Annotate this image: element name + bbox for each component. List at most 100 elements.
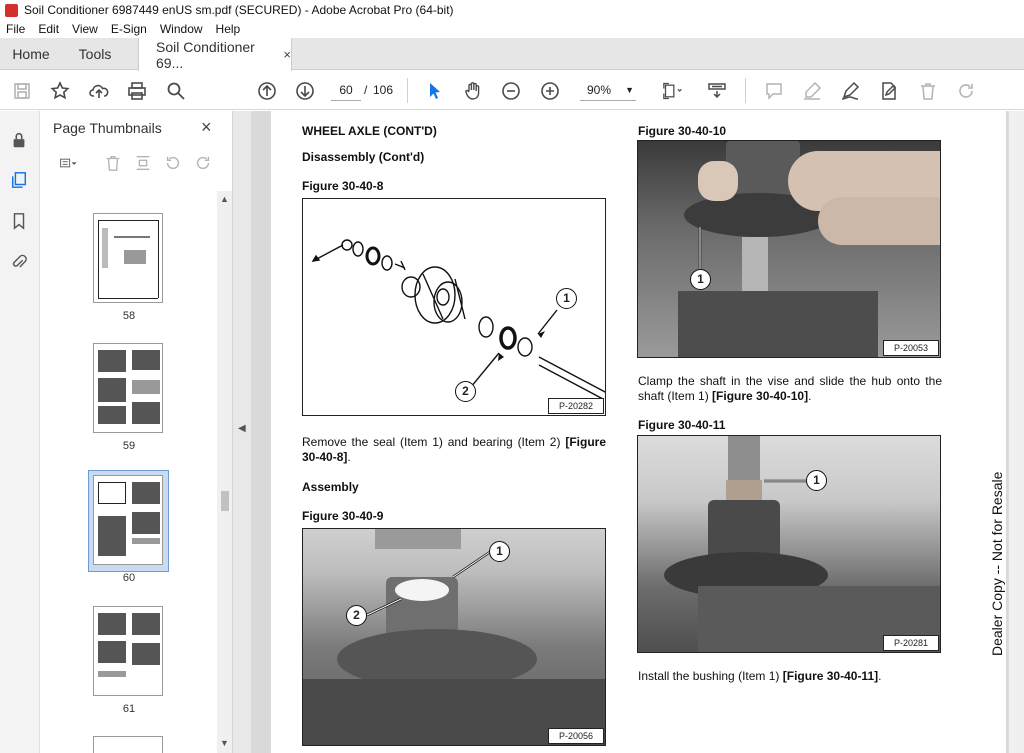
panel-collapse-handle[interactable]: ◀ xyxy=(233,111,251,753)
callout-2: 2 xyxy=(346,605,367,626)
page-thumbnails-panel: Page Thumbnails × 58 59 60 61 ▲ ▼ xyxy=(41,111,233,753)
print-icon[interactable] xyxy=(125,79,149,103)
bookmark-icon[interactable] xyxy=(8,210,30,232)
comment-icon[interactable] xyxy=(762,79,786,103)
thumbnail-page-59[interactable] xyxy=(93,343,163,433)
hand-tool-icon[interactable] xyxy=(461,79,485,103)
cloud-upload-icon[interactable] xyxy=(87,79,111,103)
menu-window[interactable]: Window xyxy=(160,22,203,36)
page-total: 106 xyxy=(373,83,394,97)
zoom-level-select[interactable]: 90% ▼ xyxy=(580,80,636,101)
zoom-out-icon[interactable] xyxy=(499,79,523,103)
callout-2: 2 xyxy=(455,381,476,402)
zoom-search-icon[interactable] xyxy=(164,79,188,103)
tab-document-label: Soil Conditioner 69... xyxy=(156,38,255,71)
thumbnail-page-58[interactable] xyxy=(93,213,163,303)
thumbnail-label: 59 xyxy=(122,440,136,452)
toolbar: 60 / 106 90% ▼ xyxy=(0,71,1024,110)
menu-bar: File Edit View E-Sign Window Help xyxy=(0,20,1024,38)
toolbar-divider xyxy=(745,78,746,103)
figure-label: Figure 30-40-8 xyxy=(302,179,384,193)
thumbnail-label: 61 xyxy=(122,703,136,715)
callout-1: 1 xyxy=(489,541,510,562)
callout-1: 1 xyxy=(690,269,711,290)
next-page-icon[interactable] xyxy=(293,79,317,103)
chevron-down-icon: ▼ xyxy=(625,85,634,95)
install-instruction: Install the bushing (Item 1) [Figure 30-… xyxy=(638,669,882,683)
thumbnail-toolbar xyxy=(51,151,226,175)
previous-page-icon[interactable] xyxy=(255,79,279,103)
figure-label: Figure 30-40-11 xyxy=(638,418,726,432)
figure-code: P-20281 xyxy=(882,635,939,651)
attachment-paperclip-icon[interactable] xyxy=(8,251,30,273)
delete-icon[interactable] xyxy=(916,79,940,103)
tab-home[interactable]: Home xyxy=(0,38,62,70)
page-thumbnails-icon[interactable] xyxy=(8,169,30,191)
figure-30-40-10-photo: 1 P-20053 xyxy=(637,140,941,358)
thumbnail-page-61[interactable] xyxy=(93,606,163,696)
menu-edit[interactable]: Edit xyxy=(38,22,59,36)
thumbnail-scrollbar[interactable]: ▲ ▼ xyxy=(217,191,232,753)
menu-esign[interactable]: E-Sign xyxy=(111,22,147,36)
document-scrollbar[interactable] xyxy=(1008,111,1024,753)
figure-label: Figure 30-40-9 xyxy=(302,509,384,523)
redo-icon[interactable] xyxy=(954,79,978,103)
figure-code: P-20282 xyxy=(547,398,604,414)
thumbnail-page-60[interactable] xyxy=(93,475,163,565)
extract-page-icon[interactable] xyxy=(133,153,153,173)
callout-1: 1 xyxy=(806,470,827,491)
scroll-down-icon[interactable]: ▼ xyxy=(220,738,229,748)
clamp-instruction: Clamp the shaft in the vise and slide th… xyxy=(638,374,942,403)
subsection-heading: Disassembly (Cont'd) xyxy=(302,150,425,164)
thumbnail-list: 58 59 60 61 xyxy=(41,191,217,753)
page-number-input[interactable]: 60 xyxy=(331,80,361,101)
title-bar: Soil Conditioner 6987449 enUS sm.pdf (SE… xyxy=(0,0,1024,20)
scrolling-mode-icon[interactable] xyxy=(705,79,729,103)
zoom-in-icon[interactable] xyxy=(538,79,562,103)
options-menu-icon[interactable] xyxy=(53,153,85,173)
thumbnail-label: 58 xyxy=(122,310,136,322)
menu-file[interactable]: File xyxy=(6,22,25,36)
panel-close-icon[interactable]: × xyxy=(201,117,212,138)
assembly-heading: Assembly xyxy=(302,480,359,494)
remove-instruction: Remove the seal (Item 1) and bearing (It… xyxy=(302,435,606,464)
collapse-arrow-icon: ◀ xyxy=(238,423,246,434)
tab-document[interactable]: Soil Conditioner 69... × xyxy=(138,38,292,71)
star-icon[interactable] xyxy=(48,79,72,103)
sign-pen-icon[interactable] xyxy=(838,79,862,103)
edit-pdf-icon[interactable] xyxy=(877,79,901,103)
tab-close-icon[interactable]: × xyxy=(283,47,291,62)
rotate-counterclockwise-icon[interactable] xyxy=(163,153,183,173)
acrobat-app-icon xyxy=(5,3,18,17)
figure-30-40-8-diagram: 1 2 P-20282 xyxy=(302,198,606,416)
scroll-up-icon[interactable]: ▲ xyxy=(220,194,229,204)
save-icon[interactable] xyxy=(10,79,34,103)
figure-code: P-20056 xyxy=(547,728,604,744)
delete-page-icon[interactable] xyxy=(103,153,123,173)
scrollbar-thumb[interactable] xyxy=(221,491,229,511)
figure-30-40-11-photo: 1 P-20281 xyxy=(637,435,941,653)
callout-1: 1 xyxy=(556,288,577,309)
tab-bar: Home Tools Soil Conditioner 69... × xyxy=(0,38,1024,71)
panel-title: Page Thumbnails xyxy=(53,120,162,136)
highlight-pen-icon[interactable] xyxy=(800,79,824,103)
figure-30-40-9-photo: 1 2 P-20056 xyxy=(302,528,606,746)
page-fit-icon[interactable] xyxy=(658,79,688,103)
window-title: Soil Conditioner 6987449 enUS sm.pdf (SE… xyxy=(24,3,454,17)
dealer-copy-watermark: Dealer Copy -- Not for Resale xyxy=(989,471,1005,656)
menu-view[interactable]: View xyxy=(72,22,98,36)
lock-icon[interactable] xyxy=(8,129,30,151)
rotate-clockwise-icon[interactable] xyxy=(193,153,213,173)
toolbar-divider xyxy=(407,78,408,103)
document-view: WHEEL AXLE (CONT'D) Disassembly (Cont'd)… xyxy=(251,111,1024,753)
page-separator: / xyxy=(364,83,368,97)
pdf-page: WHEEL AXLE (CONT'D) Disassembly (Cont'd)… xyxy=(271,111,1006,753)
select-cursor-icon[interactable] xyxy=(423,79,447,103)
figure-label: Figure 30-40-10 xyxy=(638,124,727,138)
section-heading: WHEEL AXLE (CONT'D) xyxy=(302,124,437,138)
thumbnail-page-next[interactable] xyxy=(93,736,163,753)
thumbnail-label: 60 xyxy=(122,572,136,584)
tab-tools[interactable]: Tools xyxy=(62,38,128,70)
menu-help[interactable]: Help xyxy=(216,22,241,36)
left-navigation-rail xyxy=(0,111,40,753)
